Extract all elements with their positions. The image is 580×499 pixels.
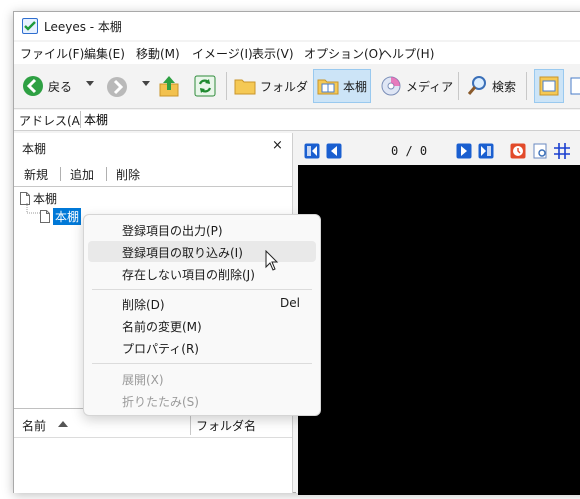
timer-icon[interactable] <box>510 143 526 159</box>
menu-item-collapse: 折りたたみ(S) <box>88 390 316 411</box>
bookshelf-button[interactable]: 本棚 <box>313 69 372 103</box>
back-dropdown-icon[interactable] <box>86 81 94 87</box>
menu-separator <box>92 363 312 364</box>
menu-move[interactable]: 移動(M) <box>136 45 180 62</box>
menu-bar: ファイル(F) 編集(E) 移動(M) イメージ(I) 表示(V) オプション(… <box>14 42 580 64</box>
pane-title: 本棚 <box>22 142 47 156</box>
forward-arrow-icon[interactable] <box>106 76 128 98</box>
refresh-icon[interactable] <box>194 75 216 97</box>
tree-item-label-selected: 本棚 <box>53 208 82 225</box>
menu-separator <box>92 289 312 290</box>
search-button[interactable]: 検索 <box>466 69 516 103</box>
bookshelf-pane-toggle-button[interactable] <box>534 69 564 103</box>
menu-item-shortcut: Del <box>280 296 300 310</box>
folder-icon <box>234 79 256 95</box>
menu-item-label: 削除(D) <box>122 298 165 312</box>
media-disc-icon <box>381 76 401 96</box>
toolbar: 戻る フォルダ 本棚 メディア 検索 <box>14 66 580 109</box>
pane-tool-separator <box>60 167 61 181</box>
up-folder-icon[interactable] <box>158 74 180 98</box>
viewer-nav-bar: 0 / 0 <box>296 139 580 163</box>
column-header-name[interactable]: 名前 <box>22 417 46 434</box>
page-counter: 0 / 0 <box>391 144 428 158</box>
first-page-icon[interactable] <box>304 143 320 159</box>
folder-label: フォルダ <box>260 79 309 94</box>
menu-item-label: 折りたたみ(S) <box>122 395 199 409</box>
toolbar-separator <box>458 72 459 100</box>
column-divider[interactable] <box>190 413 191 435</box>
window-title: Leeyes - 本棚 <box>44 20 122 34</box>
document-icon <box>40 210 50 223</box>
image-viewer[interactable] <box>298 165 580 495</box>
search-magnifier-icon <box>467 76 486 95</box>
close-icon[interactable]: × <box>272 138 283 153</box>
menu-view[interactable]: 表示(V) <box>252 45 294 62</box>
add-button[interactable]: 追加 <box>70 166 94 183</box>
leeyes-app-icon <box>22 18 38 34</box>
search-label: 検索 <box>492 79 517 94</box>
menu-item-delete[interactable]: 削除(D) Del <box>88 293 316 314</box>
bookshelf-label: 本棚 <box>343 79 368 94</box>
header-rule <box>14 437 292 438</box>
menu-item-remove-missing[interactable]: 存在しない項目の削除(J) <box>88 263 316 284</box>
pane-toolbar: 新規 追加 削除 <box>14 161 292 185</box>
bookshelf-icon <box>317 79 339 95</box>
address-label: アドレス(A) <box>19 114 85 128</box>
last-page-icon[interactable] <box>478 143 494 159</box>
toolbar-separator <box>526 72 527 100</box>
menu-item-properties[interactable]: プロパティ(R) <box>88 337 316 358</box>
media-button[interactable]: メディア <box>380 69 453 103</box>
menu-item-label: 展開(X) <box>122 373 164 387</box>
previous-page-icon[interactable] <box>326 143 342 159</box>
toolbar-separator <box>226 72 227 100</box>
pane-header: 本棚 × <box>14 133 292 162</box>
sort-ascending-icon <box>58 421 68 427</box>
title-bar[interactable]: Leeyes - 本棚 <box>14 12 580 40</box>
menu-item-label: 登録項目の出力(P) <box>122 224 223 238</box>
column-header-folder[interactable]: フォルダ名 <box>196 417 256 434</box>
mouse-cursor-icon <box>265 250 279 271</box>
pane-tool-separator <box>106 167 107 181</box>
folder-button[interactable]: フォルダ <box>234 69 308 103</box>
forward-dropdown-icon[interactable] <box>142 81 150 87</box>
menu-item-export-entries[interactable]: 登録項目の出力(P) <box>88 219 316 240</box>
menu-help[interactable]: ヘルプ(H) <box>380 45 434 62</box>
layout-button[interactable] <box>570 69 580 103</box>
context-menu: 登録項目の出力(P) 登録項目の取り込み(I) 存在しない項目の削除(J) 削除… <box>83 214 321 416</box>
viewer-pane: 0 / 0 <box>296 139 580 495</box>
layout-icon <box>570 77 580 95</box>
menu-item-label: 登録項目の取り込み(I) <box>122 246 243 260</box>
menu-edit[interactable]: 編集(E) <box>84 45 125 62</box>
next-page-icon[interactable] <box>456 143 472 159</box>
page-view-icon[interactable] <box>532 143 548 159</box>
delete-button[interactable]: 削除 <box>116 166 140 183</box>
grid-icon[interactable] <box>554 143 570 159</box>
tree-item-child[interactable]: 本棚 <box>40 208 82 225</box>
back-arrow-icon <box>23 76 43 96</box>
menu-item-rename[interactable]: 名前の変更(M) <box>88 315 316 336</box>
menu-options[interactable]: オプション(O) <box>304 45 383 62</box>
menu-item-label: プロパティ(R) <box>122 342 199 356</box>
new-button[interactable]: 新規 <box>24 166 48 183</box>
bookshelf-list: 名前 フォルダ名 <box>14 408 292 499</box>
menu-item-label: 名前の変更(M) <box>122 320 202 334</box>
back-button[interactable]: 戻る <box>22 69 72 103</box>
menu-image[interactable]: イメージ(I) <box>192 45 253 62</box>
menu-file[interactable]: ファイル(F) <box>20 45 84 62</box>
menu-item-import-entries[interactable]: 登録項目の取り込み(I) <box>88 241 316 262</box>
address-input[interactable] <box>80 111 580 128</box>
menu-item-label: 存在しない項目の削除(J) <box>122 268 255 282</box>
menu-item-expand: 展開(X) <box>88 368 316 389</box>
address-bar: アドレス(A) <box>14 110 580 131</box>
back-label: 戻る <box>48 79 73 94</box>
media-label: メディア <box>406 79 454 94</box>
bookshelf-pane-icon <box>539 76 559 96</box>
